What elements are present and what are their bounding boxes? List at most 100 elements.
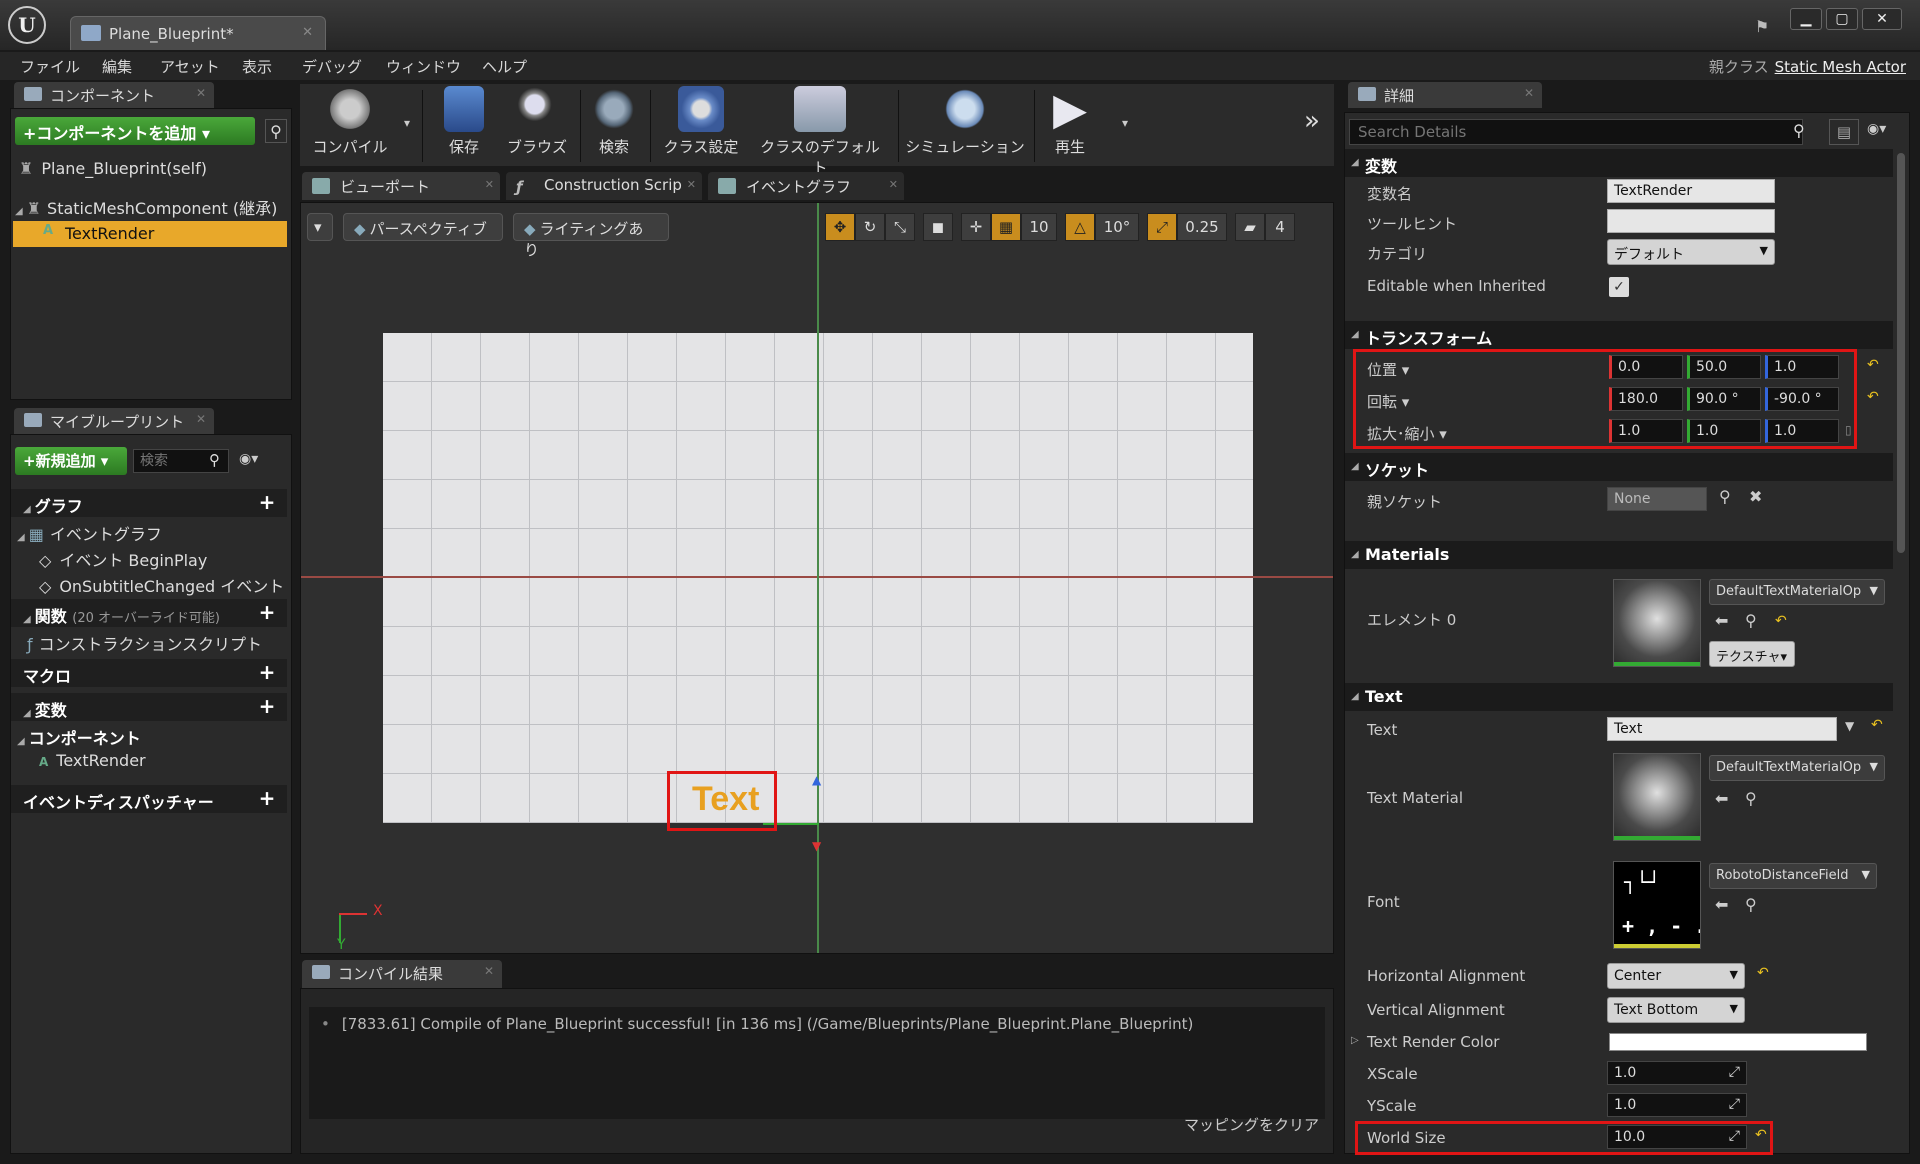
add-dispatcher-plus-icon[interactable]: + <box>257 788 277 809</box>
details-tab[interactable]: 詳細 ✕ <box>1348 82 1542 108</box>
world-local-icon[interactable]: ◼ <box>923 213 953 241</box>
rotate-mode-icon[interactable]: ↻ <box>855 213 885 241</box>
scale-x-field[interactable]: 1.0 <box>1609 419 1683 443</box>
viewport-options-button[interactable]: ▾ <box>307 213 333 241</box>
rotation-z-field[interactable]: -90.0 ° <box>1765 387 1839 411</box>
on-subtitle-item[interactable]: ◇ OnSubtitleChanged イベント <box>39 573 284 597</box>
collapse-icon[interactable]: ◢ <box>15 206 23 217</box>
textures-dropdown[interactable]: テクスチャ▾ <box>1709 641 1795 667</box>
tooltip-field[interactable] <box>1607 209 1775 233</box>
find-button[interactable]: 検索 <box>584 86 644 157</box>
event-graph-item[interactable]: ◢ ▦ イベントグラフ <box>17 521 162 545</box>
menu-help[interactable]: ヘルプ <box>482 56 527 77</box>
material-dropdown[interactable]: DefaultTextMaterialOp ▼ <box>1709 579 1885 605</box>
grid-snap-icon[interactable]: ▦ <box>991 213 1021 241</box>
add-function-plus-icon[interactable]: + <box>257 602 277 623</box>
sockets-section[interactable]: ◢ ソケット <box>1345 453 1893 481</box>
document-tab[interactable]: Plane_Blueprint* ✕ <box>70 16 326 50</box>
materials-section[interactable]: ◢ Materials <box>1345 541 1893 569</box>
close-icon[interactable]: ✕ <box>196 86 206 100</box>
close-window-button[interactable]: ✕ <box>1862 8 1902 30</box>
browse-button[interactable]: ブラウズ <box>500 86 574 157</box>
macros-category[interactable]: マクロ + <box>11 659 287 687</box>
dispatchers-category[interactable]: イベントディスパッチャー + <box>11 785 287 813</box>
search-icon[interactable]: ⚲ <box>265 119 287 143</box>
menu-edit[interactable]: 編集 <box>102 56 132 77</box>
scale-snap-icon[interactable]: ⤢ <box>1147 213 1177 241</box>
class-settings-button[interactable]: クラス設定 <box>654 86 748 157</box>
feedback-icon[interactable]: ⚑ <box>1752 16 1772 36</box>
visibility-eye-icon[interactable]: ◉▾ <box>239 451 258 467</box>
location-label[interactable]: 位置 ▾ <box>1367 359 1409 380</box>
save-button[interactable]: 保存 <box>432 86 496 157</box>
property-matrix-icon[interactable]: ▤ <box>1829 119 1859 145</box>
clear-mapping-button[interactable]: マッピングをクリア <box>1184 1114 1319 1135</box>
clear-icon[interactable]: ✖ <box>1749 487 1762 506</box>
scale-label[interactable]: 拡大･縮小 ▾ <box>1367 423 1447 444</box>
spin-icon[interactable]: ⤢ <box>1729 1128 1740 1144</box>
chevron-down-icon[interactable]: ▼ <box>1845 719 1854 733</box>
reset-halign-icon[interactable]: ↶ <box>1757 965 1769 981</box>
menu-debug[interactable]: デバッグ <box>302 56 362 77</box>
viewport[interactable]: ▲ ▼ Text ▾ ◆ パースペクティブ ◆ ライティングあり ✥ ↻ ⤡ ◼ ✛… <box>300 202 1334 954</box>
add-component-button[interactable]: +コンポーネントを追加 ▾ <box>15 117 255 145</box>
close-icon[interactable]: ✕ <box>1524 86 1534 100</box>
graphs-category[interactable]: ◢ グラフ + <box>11 489 287 517</box>
camera-speed-value[interactable]: 4 <box>1265 213 1295 241</box>
close-icon[interactable]: ✕ <box>484 964 494 978</box>
lighting-button[interactable]: ◆ ライティングあり <box>513 213 669 259</box>
perspective-button[interactable]: ◆ パースペクティブ <box>343 213 503 241</box>
details-scrollbar[interactable] <box>1897 153 1905 553</box>
compile-options-chevron-down-icon[interactable]: ▾ <box>404 116 410 130</box>
reset-text-icon[interactable]: ↶ <box>1871 717 1883 733</box>
add-new-button[interactable]: +新規追加 ▾ <box>15 447 127 475</box>
close-icon[interactable]: ✕ <box>889 178 898 191</box>
functions-category[interactable]: ◢ 関数 (20 オーバーライド可能) + <box>11 599 287 627</box>
visibility-eye-icon[interactable]: ◉▾ <box>1867 121 1886 137</box>
editable-checkbox[interactable]: ✓ <box>1609 277 1629 297</box>
menu-asset[interactable]: アセット <box>160 56 220 77</box>
add-variable-plus-icon[interactable]: + <box>257 696 277 717</box>
menu-window[interactable]: ウィンドウ <box>386 56 461 77</box>
text-render-color-swatch[interactable] <box>1609 1033 1867 1051</box>
font-thumbnail[interactable]: ┐└┘ + , - . / <box>1613 861 1701 949</box>
world-size-field[interactable]: 10.0 ⤢ <box>1607 1125 1747 1149</box>
scale-z-field[interactable]: 1.0 <box>1765 419 1839 443</box>
browse-search-icon[interactable]: ⚲ <box>1745 895 1757 914</box>
begin-play-item[interactable]: ◇ イベント BeginPlay <box>39 547 207 571</box>
use-selected-arrow-icon[interactable]: ⬅ <box>1715 789 1728 808</box>
compile-log-message[interactable]: [7833.61] Compile of Plane_Blueprint suc… <box>342 1015 1194 1033</box>
toolbar-overflow-chevron-icon[interactable]: » <box>1304 106 1320 136</box>
components-tab[interactable]: コンポーネント ✕ <box>14 82 214 108</box>
text-material-thumbnail[interactable] <box>1613 753 1701 841</box>
component-self[interactable]: ♜ Plane_Blueprint(self) <box>19 159 207 178</box>
camera-speed-icon[interactable]: ▰ <box>1235 213 1265 241</box>
parent-socket-field[interactable]: None <box>1607 487 1707 511</box>
material-thumbnail[interactable] <box>1613 579 1701 667</box>
simulation-button[interactable]: シミュレーション <box>904 86 1026 157</box>
text-section[interactable]: ◢ Text <box>1345 683 1893 711</box>
spin-icon[interactable]: ⤢ <box>1729 1064 1740 1080</box>
tab-event-graph[interactable]: イベントグラフ ✕ <box>708 172 904 200</box>
component-static-mesh[interactable]: ◢ ♜ StaticMeshComponent (継承) <box>15 195 277 219</box>
maximize-button[interactable]: ▢ <box>1826 8 1858 30</box>
search-icon[interactable]: ⚲ <box>1719 487 1731 506</box>
components-subcategory[interactable]: ◢ コンポーネント <box>17 725 141 749</box>
class-defaults-button[interactable]: クラスのデフォルト <box>754 86 886 178</box>
menu-file[interactable]: ファイル <box>20 56 80 77</box>
scale-mode-icon[interactable]: ⤡ <box>885 213 915 241</box>
scale-y-field[interactable]: 1.0 <box>1687 419 1761 443</box>
search-icon[interactable]: ⚲ <box>209 451 220 469</box>
expand-icon[interactable]: ▷ <box>1351 1035 1359 1046</box>
browse-search-icon[interactable]: ⚲ <box>1745 789 1757 808</box>
text-render-variable[interactable]: A TextRender <box>39 751 146 770</box>
location-z-field[interactable]: 1.0 <box>1765 355 1839 379</box>
menu-view[interactable]: 表示 <box>242 56 272 77</box>
use-selected-arrow-icon[interactable]: ⬅ <box>1715 611 1728 630</box>
reset-location-icon[interactable]: ↶ <box>1867 357 1879 373</box>
text-render-actor-highlight[interactable]: Text <box>667 771 777 831</box>
halign-dropdown[interactable]: Center ▼ <box>1607 963 1745 989</box>
lock-icon[interactable]: ▯ <box>1845 423 1852 437</box>
scale-snap-value[interactable]: 0.25 <box>1177 213 1227 241</box>
location-y-field[interactable]: 50.0 <box>1687 355 1761 379</box>
